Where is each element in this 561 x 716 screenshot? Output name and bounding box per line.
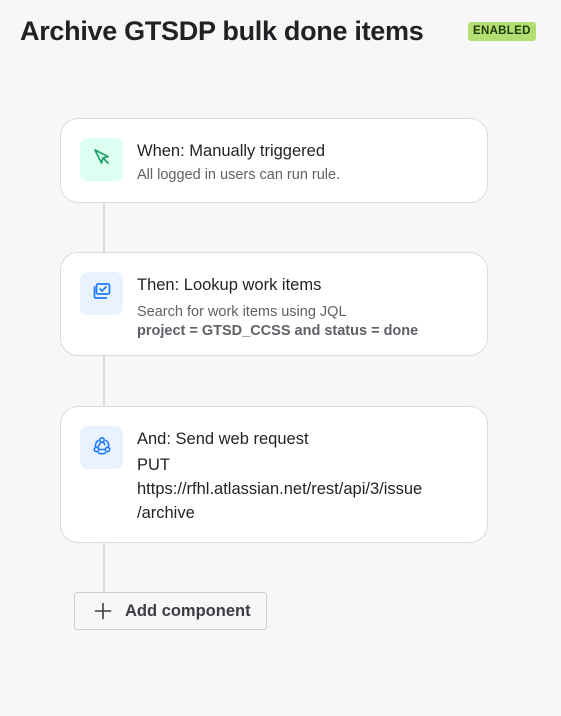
web-request-icon-box — [80, 426, 123, 469]
connector-line — [103, 543, 105, 592]
request-url-line-2: /archive — [137, 504, 195, 522]
trigger-card-body: When: Manually triggered All logged in u… — [137, 141, 467, 185]
plus-icon — [93, 601, 113, 621]
jql-query: project = GTSD_CCSS and status = done — [137, 323, 419, 339]
rule-page: Archive GTSDP bulk done items ENABLED Wh… — [0, 0, 561, 716]
rule-header: Archive GTSDP bulk done items — [20, 14, 424, 48]
lookup-description: Search for work items using JQL — [137, 304, 347, 320]
add-component-label: Add component — [125, 601, 251, 620]
lookup-icon — [92, 281, 112, 306]
lookup-icon-box — [80, 272, 123, 315]
trigger-title: When: Manually triggered — [137, 142, 326, 160]
web-request-title: And: Send web request — [137, 430, 309, 448]
web-request-card[interactable]: And: Send web request PUT https://rfhl.a… — [60, 406, 488, 543]
trigger-icon-box — [80, 138, 123, 181]
trigger-card[interactable]: When: Manually triggered All logged in u… — [60, 118, 488, 203]
connector-line — [103, 356, 105, 406]
cursor-pointer-icon — [92, 147, 112, 172]
request-url-line-1: https://rfhl.atlassian.net/rest/api/3/is… — [137, 480, 423, 498]
connector-line — [103, 203, 105, 252]
add-component-button[interactable]: Add component — [74, 592, 267, 630]
status-badge: ENABLED — [468, 22, 536, 41]
lookup-card[interactable]: Then: Lookup work items Search for work … — [60, 252, 488, 356]
trigger-description: All logged in users can run rule. — [137, 167, 341, 183]
lookup-card-body: Then: Lookup work items Search for work … — [137, 275, 467, 341]
page-title: Archive GTSDP bulk done items — [20, 16, 424, 46]
http-method: PUT — [137, 456, 170, 474]
web-request-card-body: And: Send web request PUT https://rfhl.a… — [137, 429, 467, 525]
webhook-icon — [92, 435, 112, 460]
lookup-title: Then: Lookup work items — [137, 276, 322, 294]
